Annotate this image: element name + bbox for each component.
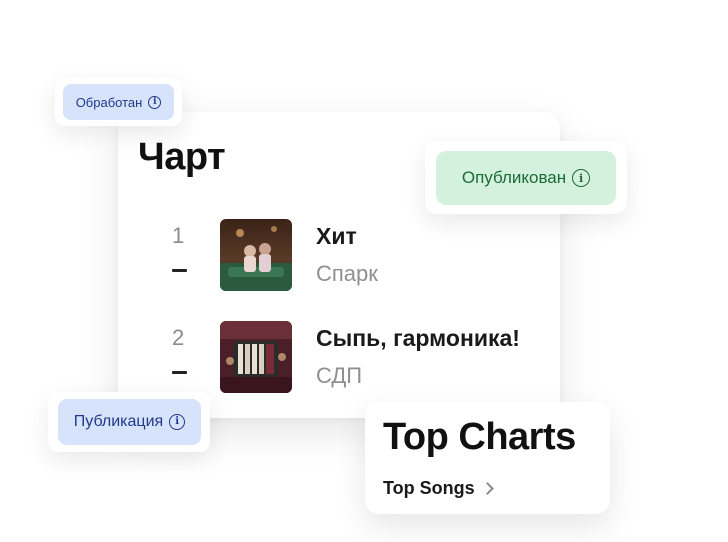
info-icon[interactable]: i [148,95,162,109]
track-artist[interactable]: Спарк [316,261,378,287]
published-badge-wrapper: Опубликован i [425,141,627,214]
processed-status-badge[interactable]: Обработан i [63,84,174,120]
chevron-right-icon [480,482,494,495]
track-rank: 1 [172,223,185,248]
publication-badge-wrapper: Публикация i [48,392,210,452]
info-icon[interactable]: i [169,414,186,430]
published-status-badge[interactable]: Опубликован i [436,151,616,205]
trend-dash-icon [172,371,187,374]
top-charts-card: Top Charts Top Songs [365,402,610,514]
published-badge-label: Опубликован [461,168,567,187]
chart-title: Чарт [138,136,226,178]
track-row[interactable]: 1 Хит Спарк [118,215,560,295]
canvas: Чарт 1 Хит Спарк 2 Сыпь, гармоника! СДП … [0,0,728,542]
publication-status-badge[interactable]: Публикация i [58,399,201,445]
publication-badge-label: Публикация [73,413,164,430]
track-title: Хит [316,223,357,249]
processed-badge-wrapper: Обработан i [55,78,182,126]
top-songs-label: Top Songs [383,478,475,498]
track-artist[interactable]: СДП [316,363,362,389]
track-title: Сыпь, гармоника! [316,325,520,351]
track-row[interactable]: 2 Сыпь, гармоника! СДП [118,317,560,397]
top-songs-link[interactable]: Top Songs [383,478,494,499]
info-icon[interactable]: i [572,169,591,187]
trend-dash-icon [172,269,187,272]
processed-badge-label: Обработан [75,94,143,110]
track-rank: 2 [172,325,185,350]
top-charts-title: Top Charts [383,416,576,458]
album-cover-image[interactable] [220,219,292,291]
album-cover-image[interactable] [220,321,292,393]
